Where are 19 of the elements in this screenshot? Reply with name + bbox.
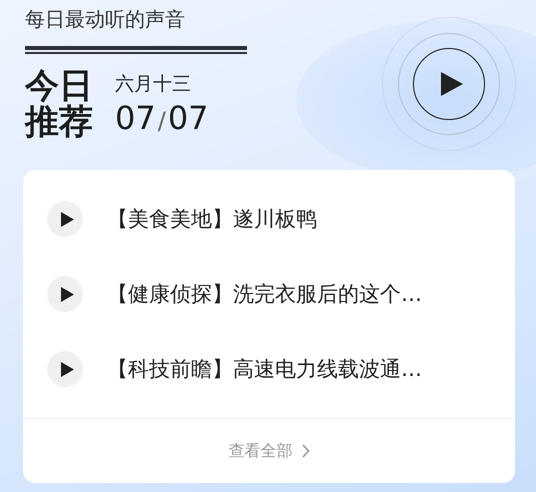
play-icon (60, 212, 74, 226)
play-button[interactable] (47, 276, 83, 312)
play-button[interactable] (47, 351, 83, 387)
subtitle: 每日最动听的声音 (25, 6, 186, 33)
date-separator: / (158, 107, 166, 135)
episode-title[interactable]: 【美食美地】遂川板鸭 (107, 205, 317, 233)
play-icon (440, 71, 464, 97)
date-month: 07 (115, 99, 156, 137)
title-text: 今日 (25, 68, 93, 104)
play-button[interactable] (47, 201, 83, 237)
title-text: 推荐 (25, 104, 93, 140)
chevron-right-icon (300, 444, 310, 458)
episode-title[interactable]: 【科技前瞻】高速电力线载波通… (107, 355, 422, 383)
date-day: 07 (168, 99, 209, 137)
play-button[interactable] (413, 48, 485, 120)
lunar-date: 六月十三 (115, 72, 192, 97)
episode-title[interactable]: 【健康侦探】洗完衣服后的这个… (107, 280, 422, 308)
play-icon (60, 362, 74, 376)
play-icon (60, 286, 74, 302)
